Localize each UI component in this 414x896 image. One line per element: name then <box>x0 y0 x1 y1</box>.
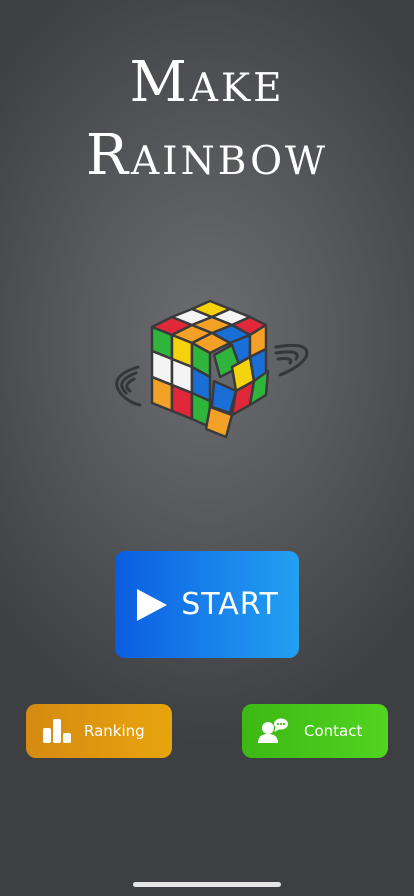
ranking-button-label: Ranking <box>84 722 145 740</box>
home-indicator[interactable] <box>133 882 281 887</box>
ranking-button[interactable]: Ranking <box>26 704 172 758</box>
start-button-label: START <box>181 587 279 622</box>
app-title-line1: Make <box>129 50 285 115</box>
contact-button[interactable]: Contact <box>242 704 388 758</box>
chat-person-icon <box>258 718 288 743</box>
start-button[interactable]: START <box>115 551 299 658</box>
bar-chart-icon <box>43 719 71 743</box>
contact-button-label: Contact <box>304 722 363 740</box>
rubiks-cube-icon <box>100 295 314 455</box>
app-title-line2: Rainbow <box>85 123 329 188</box>
play-icon <box>137 588 168 621</box>
